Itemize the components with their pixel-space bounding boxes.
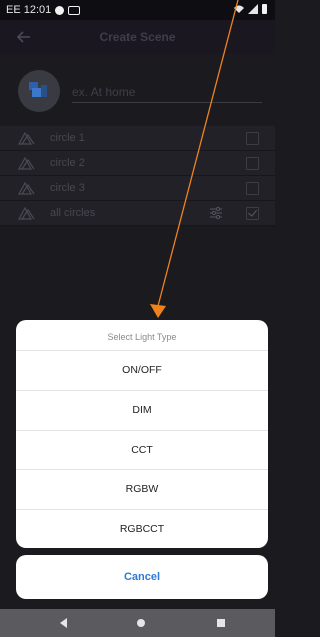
list-item-all-circles[interactable]: all circles [0, 201, 275, 226]
scene-name-row [0, 60, 275, 120]
circle-2-checkbox[interactable] [246, 157, 259, 170]
light-type-sheet: Select Light Type ON/OFF DIM CCT RGBW RG… [16, 320, 268, 548]
list-item-label: circle 3 [50, 182, 85, 194]
tune-icon[interactable] [209, 206, 223, 220]
option-on-off[interactable]: ON/OFF [16, 351, 268, 391]
nav-recents-icon[interactable] [217, 619, 225, 627]
status-right [234, 4, 267, 14]
cancel-button[interactable]: Cancel [16, 555, 268, 599]
option-dim[interactable]: DIM [16, 391, 268, 431]
circle-notification-icon [55, 5, 65, 15]
status-bar: EE 12:01 [0, 0, 275, 20]
signal-icon [248, 4, 258, 14]
lamp-icon [18, 181, 35, 195]
battery-icon [262, 4, 267, 14]
scene-avatar[interactable] [18, 70, 60, 112]
sheet-title: Select Light Type [16, 320, 268, 351]
app-bar: Create Scene [0, 20, 275, 54]
status-time: EE 12:01 [6, 4, 52, 16]
option-cct[interactable]: CCT [16, 431, 268, 471]
list-item-circle-1[interactable]: circle 1 [0, 126, 275, 151]
system-nav-bar [0, 609, 275, 637]
circle-list: circle 1 circle 2 circle 3 all circles [0, 126, 275, 226]
option-rgbcct[interactable]: RGBCCT [16, 510, 268, 548]
status-left: EE 12:01 [6, 4, 81, 16]
circle-1-checkbox[interactable] [246, 132, 259, 145]
nav-back-icon[interactable] [60, 618, 67, 628]
circle-3-checkbox[interactable] [246, 182, 259, 195]
message-notification-icon [68, 5, 81, 15]
all-circles-checkbox[interactable] [246, 207, 259, 220]
nav-home-icon[interactable] [137, 619, 145, 627]
lamp-icon [18, 206, 35, 220]
list-item-circle-2[interactable]: circle 2 [0, 151, 275, 176]
list-item-label: all circles [50, 207, 96, 219]
option-rgbw[interactable]: RGBW [16, 470, 268, 511]
lamp-icon [18, 131, 35, 145]
scene-icon [29, 82, 47, 97]
page-title: Create Scene [99, 30, 176, 44]
list-item-label: circle 2 [50, 157, 85, 169]
scene-name-input[interactable] [72, 82, 262, 103]
lamp-icon [18, 156, 35, 170]
list-item-label: circle 1 [50, 132, 85, 144]
list-item-circle-3[interactable]: circle 3 [0, 176, 275, 201]
wifi-icon [234, 5, 244, 13]
